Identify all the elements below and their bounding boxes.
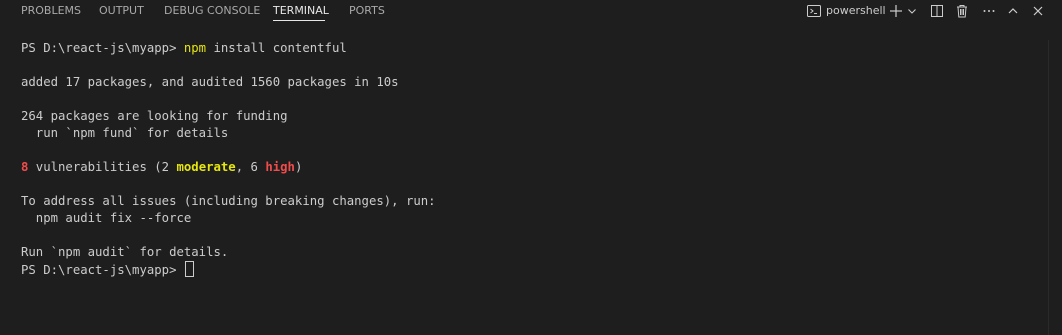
vuln-moderate: moderate xyxy=(176,160,236,174)
output-line-vulnerabilities: 8 vulnerabilities (2 moderate, 6 high) xyxy=(21,159,1041,176)
command-name: npm xyxy=(183,41,207,55)
close-icon[interactable] xyxy=(1031,2,1045,20)
chevron-up-icon[interactable] xyxy=(1006,2,1020,20)
panel-tab-bar: PROBLEMS OUTPUT DEBUG CONSOLE TERMINAL P… xyxy=(0,0,1062,24)
terminal-output[interactable]: PS D:\react-js\myapp> npm install conten… xyxy=(21,40,1041,278)
vuln-text: vulnerabilities (2 xyxy=(28,160,177,174)
plus-icon[interactable] xyxy=(888,2,904,20)
tab-debug-console[interactable]: DEBUG CONSOLE xyxy=(164,4,260,18)
command-line: PS D:\react-js\myapp> npm install conten… xyxy=(21,40,1041,57)
tab-ports[interactable]: PORTS xyxy=(349,4,385,18)
vuln-text: ) xyxy=(294,160,303,174)
output-line-added: added 17 packages, and audited 1560 pack… xyxy=(21,75,399,89)
output-line-address: To address all issues (including breakin… xyxy=(21,194,436,208)
output-line-fund-run: run `npm fund` for details xyxy=(21,126,229,140)
terminal-panel: PROBLEMS OUTPUT DEBUG CONSOLE TERMINAL P… xyxy=(0,0,1062,335)
chevron-down-icon[interactable] xyxy=(906,2,918,20)
prompt: PS D:\react-js\myapp> xyxy=(21,41,184,55)
terminal-scrollbar[interactable] xyxy=(1048,40,1062,335)
split-icon[interactable] xyxy=(929,2,945,20)
prompt-line: PS D:\react-js\myapp> xyxy=(21,261,1041,278)
active-tab-indicator xyxy=(273,20,325,21)
command-args: install contentful xyxy=(206,41,347,55)
more-icon[interactable] xyxy=(981,2,997,20)
tab-terminal[interactable]: TERMINAL xyxy=(273,4,329,18)
output-line-audit: Run `npm audit` for details. xyxy=(21,245,229,259)
tab-output[interactable]: OUTPUT xyxy=(99,4,144,18)
vuln-text: , 6 xyxy=(235,160,266,174)
terminal-icon[interactable] xyxy=(806,2,822,20)
output-line-fix: npm audit fix --force xyxy=(21,211,192,225)
vuln-high: high xyxy=(265,160,295,174)
text-cursor xyxy=(184,261,194,277)
prompt: PS D:\react-js\myapp> xyxy=(21,263,184,277)
shell-name[interactable]: powershell xyxy=(826,4,886,18)
trash-icon[interactable] xyxy=(954,2,970,20)
output-line-funding: 264 packages are looking for funding xyxy=(21,109,288,123)
tab-problems[interactable]: PROBLEMS xyxy=(21,4,81,18)
